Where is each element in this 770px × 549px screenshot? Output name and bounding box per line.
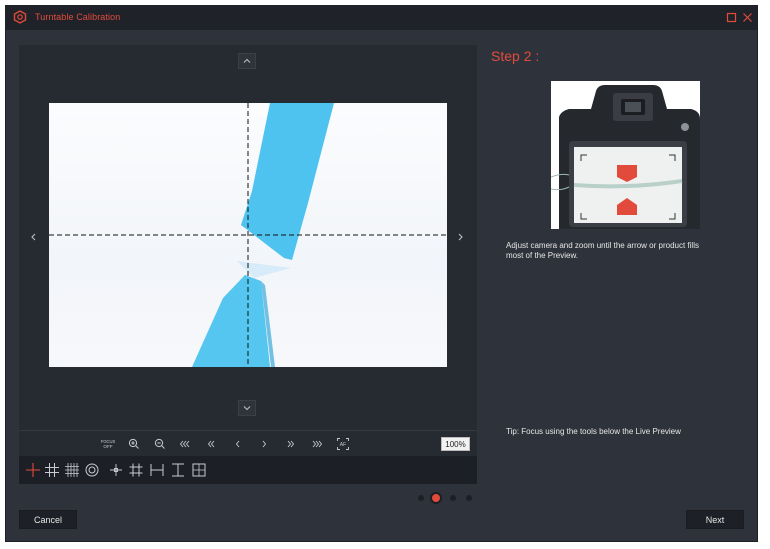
- boxed-grid-icon[interactable]: [191, 462, 207, 478]
- page-dot-2-active[interactable]: [430, 492, 442, 504]
- svg-text:OFF: OFF: [103, 444, 112, 449]
- focus-tip: Tip: Focus using the tools below the Liv…: [506, 427, 681, 436]
- preview-toolbar: FOCUS OFF AF 100%: [19, 430, 477, 457]
- page-dot-1[interactable]: [418, 495, 424, 501]
- pan-up-button[interactable]: [238, 53, 256, 69]
- step-title: Step 2 :: [491, 48, 540, 64]
- zoom-in-icon[interactable]: [127, 437, 141, 451]
- live-preview-image[interactable]: [49, 103, 447, 367]
- horizontal-guide-icon[interactable]: [149, 462, 165, 478]
- page-dot-3[interactable]: [450, 495, 456, 501]
- next-button[interactable]: Next: [686, 510, 744, 529]
- svg-text:AF: AF: [340, 442, 346, 448]
- vertical-guide-icon[interactable]: [170, 462, 186, 478]
- forward-icon[interactable]: [283, 437, 297, 451]
- zoom-level-indicator[interactable]: 100%: [441, 437, 470, 451]
- live-preview-panel: [19, 45, 477, 430]
- pan-right-button[interactable]: [453, 228, 467, 246]
- pan-left-button[interactable]: [27, 228, 41, 246]
- close-icon[interactable]: [742, 12, 753, 23]
- crosshair-icon[interactable]: [25, 462, 41, 478]
- window-title: Turntable Calibration: [35, 12, 121, 22]
- center-cross-icon[interactable]: [108, 462, 124, 478]
- calibration-window: Turntable Calibration FOCUS OFF AF 100% …: [5, 5, 758, 542]
- autofocus-icon[interactable]: AF: [336, 437, 350, 451]
- target-circle-icon[interactable]: [84, 462, 100, 478]
- focus-off-icon[interactable]: FOCUS OFF: [101, 437, 115, 451]
- camera-viewfinder-image: [551, 81, 700, 229]
- step-backward-icon[interactable]: [231, 437, 245, 451]
- chevron-left-icon: [31, 233, 36, 241]
- zoom-out-icon[interactable]: [153, 437, 167, 451]
- grid-hash-icon[interactable]: [128, 462, 144, 478]
- title-bar: Turntable Calibration: [6, 6, 757, 30]
- step-forward-icon[interactable]: [257, 437, 271, 451]
- page-dot-4[interactable]: [466, 495, 472, 501]
- step-instruction: Adjust camera and zoom until the arrow o…: [506, 241, 699, 260]
- chevron-up-icon: [243, 58, 251, 63]
- pan-down-button[interactable]: [238, 400, 256, 416]
- fast-backward-icon[interactable]: [179, 437, 193, 451]
- chevron-down-icon: [243, 406, 251, 411]
- fast-forward-icon[interactable]: [309, 437, 323, 451]
- backward-icon[interactable]: [205, 437, 219, 451]
- cancel-button[interactable]: Cancel: [19, 510, 77, 529]
- preview-scene: [49, 103, 447, 367]
- app-logo-icon: [13, 10, 27, 24]
- maximize-icon[interactable]: [726, 12, 737, 23]
- chevron-right-icon: [458, 233, 463, 241]
- grid-3x3-icon[interactable]: [44, 462, 60, 478]
- camera-illustration: [551, 81, 700, 229]
- overlay-toolbar: [19, 456, 477, 484]
- grid-dense-icon[interactable]: [64, 462, 80, 478]
